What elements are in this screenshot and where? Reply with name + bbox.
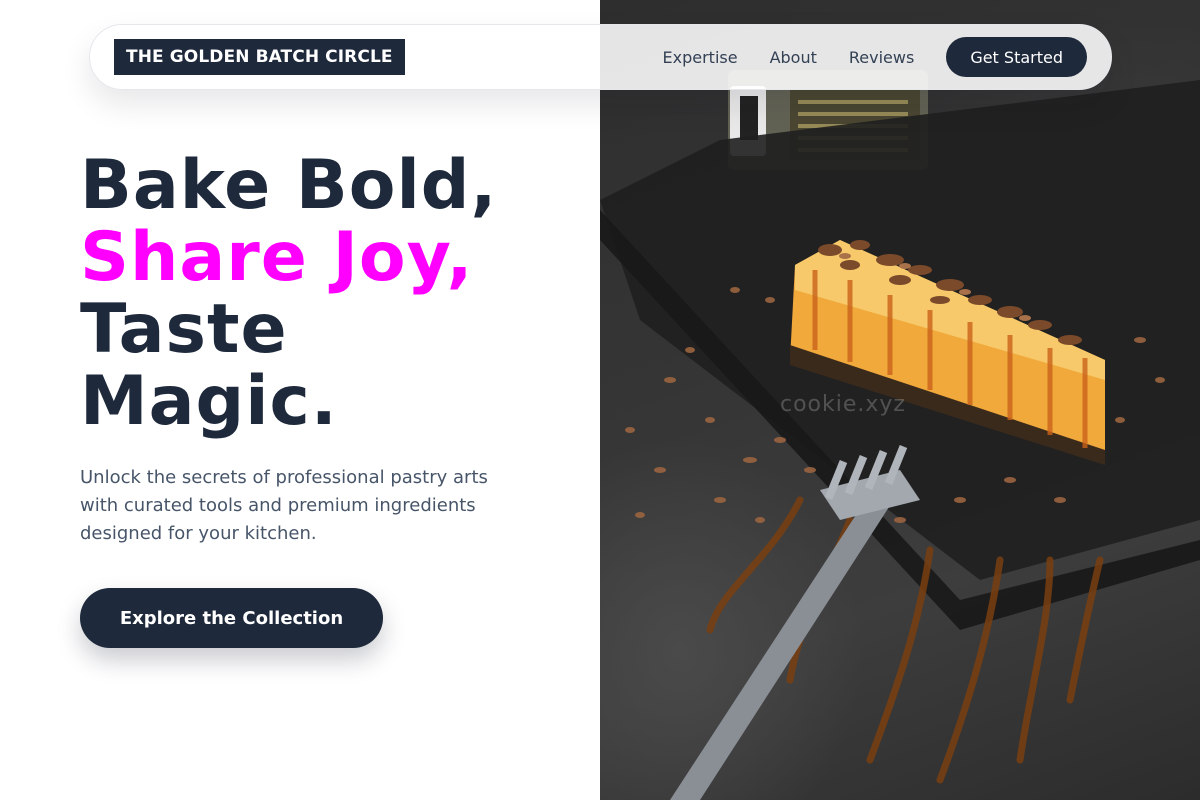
watermark-text: cookie.xyz	[780, 392, 906, 417]
nav-link-reviews[interactable]: Reviews	[849, 48, 914, 67]
hero-title-line-4: Magic.	[80, 362, 338, 441]
get-started-button[interactable]: Get Started	[946, 37, 1087, 77]
hero-title-line-3: Taste	[80, 290, 288, 369]
explore-collection-button[interactable]: Explore the Collection	[80, 588, 383, 648]
fork-shape	[670, 444, 920, 800]
nav-links: Expertise About Reviews Get Started	[663, 37, 1087, 77]
brand-logo[interactable]: THE GOLDEN BATCH CIRCLE	[114, 39, 405, 75]
hero-title: Bake Bold, Share Joy, Taste Magic.	[80, 150, 580, 438]
hero-image: cookie.xyz	[600, 0, 1200, 800]
hero-subtitle: Unlock the secrets of professional pastr…	[80, 467, 488, 544]
hero-title-line-1: Bake Bold,	[80, 146, 498, 225]
hero-title-line-2: Share Joy,	[80, 218, 474, 297]
nav-link-about[interactable]: About	[770, 48, 817, 67]
navbar: THE GOLDEN BATCH CIRCLE Expertise About …	[89, 24, 1112, 90]
nav-link-expertise[interactable]: Expertise	[663, 48, 738, 67]
